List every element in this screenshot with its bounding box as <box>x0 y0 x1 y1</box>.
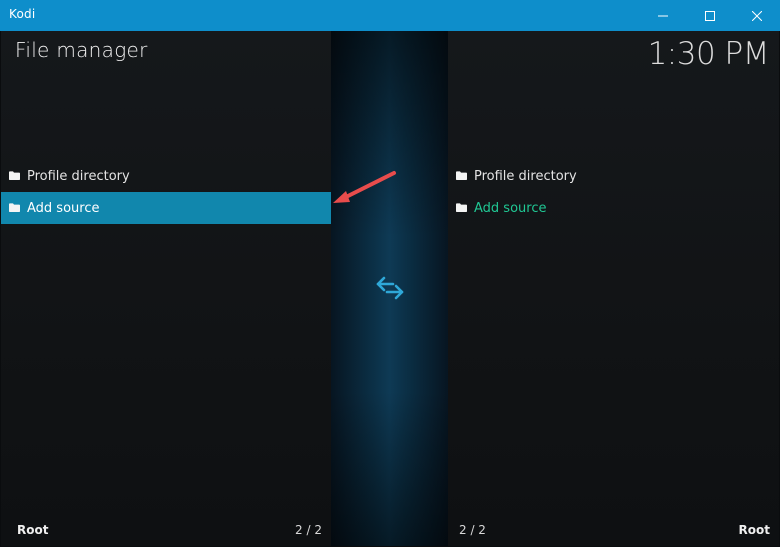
close-icon <box>752 10 762 21</box>
left-footer-path: Root <box>17 523 49 537</box>
maximize-icon <box>705 10 715 21</box>
list-item-add-source-right[interactable]: Add source <box>448 192 779 224</box>
page-title: File manager <box>15 38 148 62</box>
close-button[interactable] <box>734 0 780 31</box>
clock: 1:30 PM <box>647 36 770 72</box>
kodi-app: File manager Profile directory Add sourc… <box>1 31 779 546</box>
list-item-label: Add source <box>474 200 547 216</box>
annotation-arrow-icon <box>333 171 396 203</box>
left-file-pane: File manager Profile directory Add sourc… <box>1 31 331 546</box>
folder-icon <box>9 171 20 180</box>
folder-icon <box>456 203 467 212</box>
window-titlebar: Kodi <box>0 0 780 31</box>
right-file-pane: 1:30 PM Profile directory Add source 2 /… <box>448 31 779 546</box>
left-footer-count: 2 / 2 <box>295 523 322 537</box>
window-title: Kodi <box>9 7 36 21</box>
minimize-button[interactable] <box>640 0 686 31</box>
swap-arrows-icon[interactable] <box>375 275 405 301</box>
center-divider <box>331 31 448 546</box>
maximize-button[interactable] <box>687 0 733 31</box>
list-item-label: Add source <box>27 200 100 216</box>
right-footer-path: Root <box>738 523 770 537</box>
list-item-profile-directory-left[interactable]: Profile directory <box>1 160 331 192</box>
right-footer-count: 2 / 2 <box>459 523 486 537</box>
list-item-profile-directory-right[interactable]: Profile directory <box>448 160 779 192</box>
list-item-label: Profile directory <box>474 168 577 184</box>
folder-icon <box>456 171 467 180</box>
folder-icon <box>9 203 20 212</box>
list-item-label: Profile directory <box>27 168 130 184</box>
minimize-icon <box>658 15 668 16</box>
list-item-add-source-left[interactable]: Add source <box>1 192 331 224</box>
